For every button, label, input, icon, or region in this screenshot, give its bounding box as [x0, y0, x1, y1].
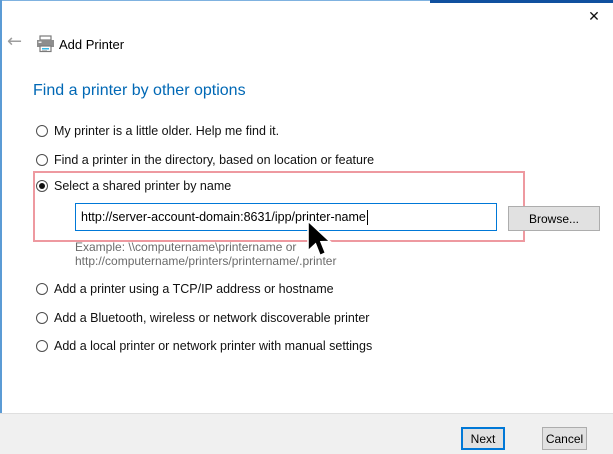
radio-option-older-printer[interactable]: My printer is a little older. Help me fi…	[36, 124, 279, 138]
printer-url-value: http://server-account-domain:8631/ipp/pr…	[81, 210, 366, 224]
radio-option-find-directory[interactable]: Find a printer in the directory, based o…	[36, 153, 374, 167]
next-button[interactable]: Next	[461, 427, 505, 450]
window-border-left	[0, 0, 2, 454]
text-caret	[367, 210, 368, 225]
radio-option-shared-printer[interactable]: Select a shared printer by name	[36, 179, 231, 193]
browse-button[interactable]: Browse...	[508, 206, 600, 231]
close-icon[interactable]: ✕	[583, 7, 605, 27]
radio-option-tcpip[interactable]: Add a printer using a TCP/IP address or …	[36, 282, 334, 296]
radio-option-bluetooth[interactable]: Add a Bluetooth, wireless or network dis…	[36, 311, 369, 325]
dialog-footer	[0, 413, 613, 454]
back-arrow-icon[interactable]: ←	[7, 32, 22, 52]
radio-option-label: Add a Bluetooth, wireless or network dis…	[54, 311, 369, 325]
window-border-top-accent	[430, 0, 613, 3]
example-hint: Example: \\computername\printername orht…	[75, 240, 336, 268]
example-line-2: http://computername/printers/printername…	[75, 254, 336, 268]
section-heading: Find a printer by other options	[33, 82, 246, 100]
example-line-1: Example: \\computername\printername or	[75, 240, 296, 254]
page-title: Add Printer	[59, 37, 124, 52]
radio-icon[interactable]	[36, 283, 48, 295]
radio-option-label: My printer is a little older. Help me fi…	[54, 124, 279, 138]
radio-icon[interactable]	[36, 125, 48, 137]
radio-icon[interactable]	[36, 154, 48, 166]
radio-option-label: Add a local printer or network printer w…	[54, 339, 372, 353]
radio-option-label: Add a printer using a TCP/IP address or …	[54, 282, 334, 296]
radio-option-label: Select a shared printer by name	[54, 179, 231, 193]
printer-icon	[36, 35, 56, 58]
radio-option-local-manual[interactable]: Add a local printer or network printer w…	[36, 339, 372, 353]
radio-selected-icon[interactable]	[36, 180, 48, 192]
radio-option-label: Find a printer in the directory, based o…	[54, 153, 374, 167]
cancel-button[interactable]: Cancel	[542, 427, 587, 450]
radio-icon[interactable]	[36, 340, 48, 352]
radio-icon[interactable]	[36, 312, 48, 324]
printer-url-input[interactable]: http://server-account-domain:8631/ipp/pr…	[75, 203, 497, 231]
add-printer-dialog: ✕ ← Add Printer Find a printer by other …	[0, 0, 613, 454]
